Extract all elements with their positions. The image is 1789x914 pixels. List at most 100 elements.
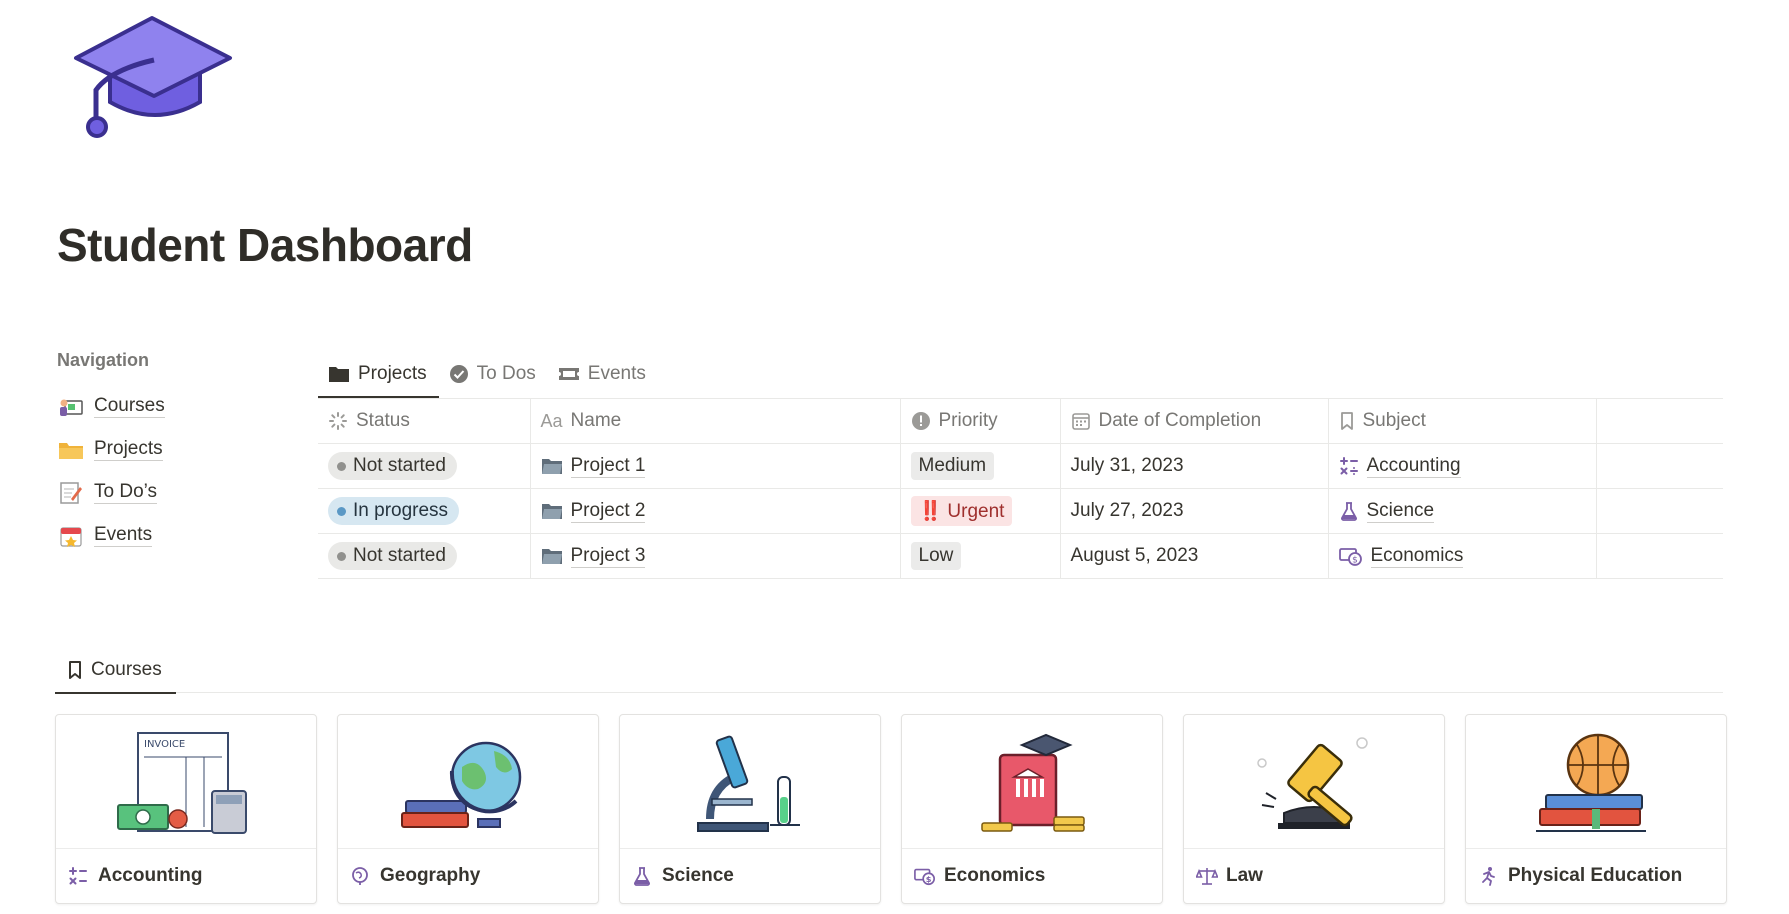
nav-item-label: Projects [94, 438, 163, 461]
svg-text:$: $ [1352, 556, 1358, 566]
column-header-priority[interactable]: Priority [900, 398, 1061, 444]
calendar-icon [1071, 413, 1090, 430]
course-title: Physical Education [1508, 865, 1683, 886]
course-card-law[interactable]: Law [1183, 714, 1445, 904]
subject-label: Economics [1370, 544, 1464, 568]
ticket-icon [558, 368, 579, 380]
course-card-physical-education[interactable]: Physical Education [1465, 714, 1727, 904]
tab-events[interactable]: Events [548, 352, 658, 396]
table-row[interactable]: Not started Project 1 Medium July 31, 20… [318, 443, 1723, 489]
microscope-illustration [620, 715, 880, 849]
course-title: Law [1226, 865, 1263, 886]
tab-label: Courses [91, 659, 162, 680]
column-header-name[interactable]: Aa Name [530, 398, 901, 444]
check-circle-icon [449, 365, 468, 383]
database-view-tabs: Projects To Dos Events [318, 352, 1723, 398]
priority-tag[interactable]: ‼️ Urgent [910, 496, 1013, 526]
flask-icon [632, 865, 654, 887]
status-label: Not started [353, 545, 446, 566]
subject-label: Accounting [1366, 454, 1461, 478]
status-loader-icon [329, 412, 347, 430]
table-row[interactable]: Not started Project 3 Low August 5, 2023… [318, 533, 1723, 579]
status-badge[interactable]: Not started [328, 542, 457, 570]
project-name: Project 1 [570, 454, 646, 478]
completion-date[interactable]: July 27, 2023 [1060, 488, 1329, 534]
tab-todos[interactable]: To Dos [439, 352, 548, 396]
course-card-accounting[interactable]: INVOICE Accounting [55, 714, 317, 904]
column-header-date[interactable]: Date of Completion [1060, 398, 1329, 444]
nav-item-label: Events [94, 524, 153, 547]
project-name: Project 2 [570, 499, 646, 523]
column-header-empty [1596, 398, 1723, 444]
table-header-row: Status Aa Name Priority Date of Completi… [318, 398, 1723, 444]
bookmark-icon [1340, 412, 1353, 430]
subject-link[interactable]: Accounting [1339, 455, 1586, 478]
nav-item-label: Courses [94, 395, 165, 418]
folder-icon [541, 549, 562, 564]
project-name: Project 3 [570, 544, 646, 568]
bookmark-icon [69, 661, 81, 679]
folder-icon [541, 504, 562, 519]
completion-date[interactable]: August 5, 2023 [1060, 533, 1329, 579]
course-card-geography[interactable]: Geography [337, 714, 599, 904]
status-label: Not started [353, 455, 446, 476]
globe-books-illustration [338, 715, 598, 849]
course-card-economics[interactable]: $ Economics [901, 714, 1163, 904]
invoice-calculator-illustration: INVOICE [56, 715, 316, 849]
tab-projects[interactable]: Projects [318, 352, 439, 398]
tab-courses[interactable]: Courses [55, 648, 176, 694]
subject-link[interactable]: $ Economics [1338, 544, 1586, 568]
money-icon: $ [914, 865, 936, 887]
column-header-status[interactable]: Status [318, 398, 531, 444]
tab-label: To Dos [476, 363, 536, 384]
memo-icon [57, 480, 85, 506]
table-row[interactable]: In progress Project 2 ‼️ Urgent July 27,… [318, 488, 1723, 534]
projects-table: Status Aa Name Priority Date of Completi… [318, 398, 1723, 579]
priority-tag[interactable]: Medium [910, 452, 995, 480]
course-card-science[interactable]: Science [619, 714, 881, 904]
project-name-link[interactable]: Project 1 [541, 455, 890, 478]
column-header-label: Status [356, 410, 410, 431]
svg-text:$: $ [926, 874, 932, 884]
priority-tag[interactable]: Low [910, 542, 962, 570]
running-icon [1478, 865, 1500, 887]
nav-item-projects[interactable]: Projects [57, 428, 277, 471]
svg-text:INVOICE: INVOICE [144, 739, 185, 750]
basketball-books-illustration [1466, 715, 1726, 849]
globe-icon [350, 865, 372, 887]
subject-label: Science [1366, 499, 1435, 523]
courses-view-tabs: Courses [55, 648, 1723, 694]
course-title: Economics [944, 865, 1046, 886]
nav-item-events[interactable]: Events [57, 514, 277, 557]
course-title: Accounting [98, 865, 203, 886]
folder-icon [329, 367, 349, 382]
gavel-illustration [1184, 715, 1444, 849]
column-header-label: Priority [938, 410, 998, 431]
text-property-icon: Aa [540, 410, 563, 431]
calculator-symbols-icon [68, 865, 90, 887]
status-badge[interactable]: Not started [328, 452, 457, 480]
course-title: Science [662, 865, 734, 886]
teacher-board-icon [57, 394, 85, 420]
tab-label: Events [587, 363, 646, 384]
column-header-label: Subject [1362, 410, 1426, 431]
folder-icon [57, 437, 85, 463]
course-title: Geography [380, 865, 481, 886]
nav-item-todos[interactable]: To Do’s [57, 471, 277, 514]
status-badge[interactable]: In progress [328, 497, 460, 525]
project-name-link[interactable]: Project 2 [541, 500, 890, 523]
project-name-link[interactable]: Project 3 [541, 545, 890, 568]
completion-date[interactable]: July 31, 2023 [1060, 443, 1329, 489]
navigation-panel: Navigation Courses Projects To Do’s Even… [57, 350, 277, 557]
nav-item-courses[interactable]: Courses [57, 385, 277, 428]
subject-link[interactable]: Science [1339, 500, 1586, 523]
graduation-cap-icon [70, 10, 240, 140]
scales-icon [1196, 865, 1218, 887]
exclamation-circle-icon [911, 412, 930, 430]
column-header-subject[interactable]: Subject [1328, 398, 1597, 444]
flask-icon [1340, 502, 1357, 521]
calendar-icon [57, 523, 85, 549]
column-header-label: Date of Completion [1098, 410, 1262, 431]
money-icon: $ [1338, 548, 1362, 566]
folder-icon [541, 459, 562, 474]
